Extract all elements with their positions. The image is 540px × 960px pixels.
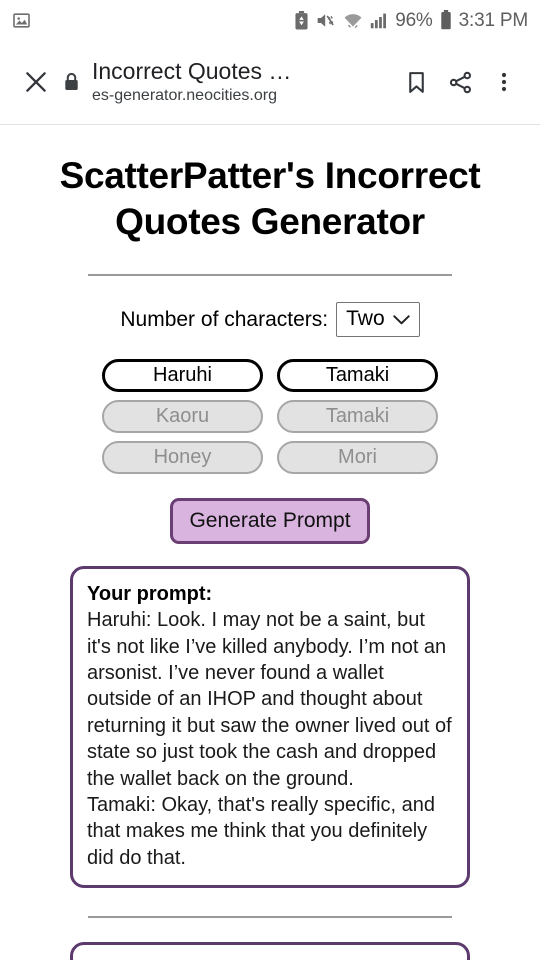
bookmark-icon[interactable]: [394, 60, 438, 104]
lock-icon[interactable]: [58, 60, 84, 104]
character-button-kaoru: Kaoru: [102, 400, 263, 434]
prompt-heading: Your prompt:: [87, 583, 213, 606]
prompt-text: Haruhi: Look. I may not be a saint, but …: [87, 609, 452, 869]
character-count-label: Number of characters:: [120, 308, 329, 332]
page-url-label: es-generator.neocities.org: [92, 87, 277, 105]
battery-saver-icon: [294, 10, 309, 30]
cellular-signal-icon: [370, 11, 388, 30]
close-icon[interactable]: [14, 60, 58, 104]
page-heading: ScatterPatter's Incorrect Quotes Generat…: [59, 155, 481, 242]
prompt-output-box: Your prompt: Haruhi: Look. I may not be …: [70, 566, 470, 889]
character-count-row: Number of characters: Two: [14, 302, 526, 338]
divider-top: [88, 274, 452, 276]
status-bar-left: [12, 11, 31, 30]
battery-percent-label: 96%: [395, 9, 433, 31]
character-button-honey: Honey: [102, 441, 263, 475]
address-bar[interactable]: Incorrect Quotes … es-generator.neocitie…: [84, 58, 394, 106]
divider-bottom: [88, 916, 452, 919]
share-icon[interactable]: [438, 60, 482, 104]
wifi-icon: [343, 11, 363, 30]
generate-prompt-button[interactable]: Generate Prompt: [170, 498, 370, 545]
image-notification-icon: [12, 11, 31, 30]
android-status-bar: 96% 3:31 PM: [0, 0, 540, 40]
page-content: ScatterPatter's Incorrect Quotes Generat…: [0, 125, 540, 960]
character-button-tamaki-right[interactable]: Tamaki: [277, 359, 438, 393]
character-button-tamaki-disabled: Tamaki: [277, 400, 438, 434]
character-button-mori: Mori: [277, 441, 438, 475]
page-title-label: Incorrect Quotes …: [92, 57, 292, 84]
generate-button-row: Generate Prompt: [14, 498, 526, 545]
character-count-select[interactable]: Two: [336, 302, 420, 338]
character-button-grid: Haruhi Tamaki Kaoru Tamaki Honey Mori: [102, 359, 438, 475]
battery-full-icon: [440, 10, 452, 30]
character-count-select-wrap[interactable]: Two: [336, 302, 420, 338]
browser-toolbar: Incorrect Quotes … es-generator.neocitie…: [0, 40, 540, 125]
status-bar-right: 96% 3:31 PM: [294, 10, 528, 30]
sound-off-vibrate-icon: [316, 11, 336, 30]
character-button-haruhi[interactable]: Haruhi: [102, 359, 263, 393]
clock-label: 3:31 PM: [458, 9, 529, 31]
overflow-menu-icon[interactable]: [482, 60, 526, 104]
secondary-output-box: [70, 942, 470, 960]
